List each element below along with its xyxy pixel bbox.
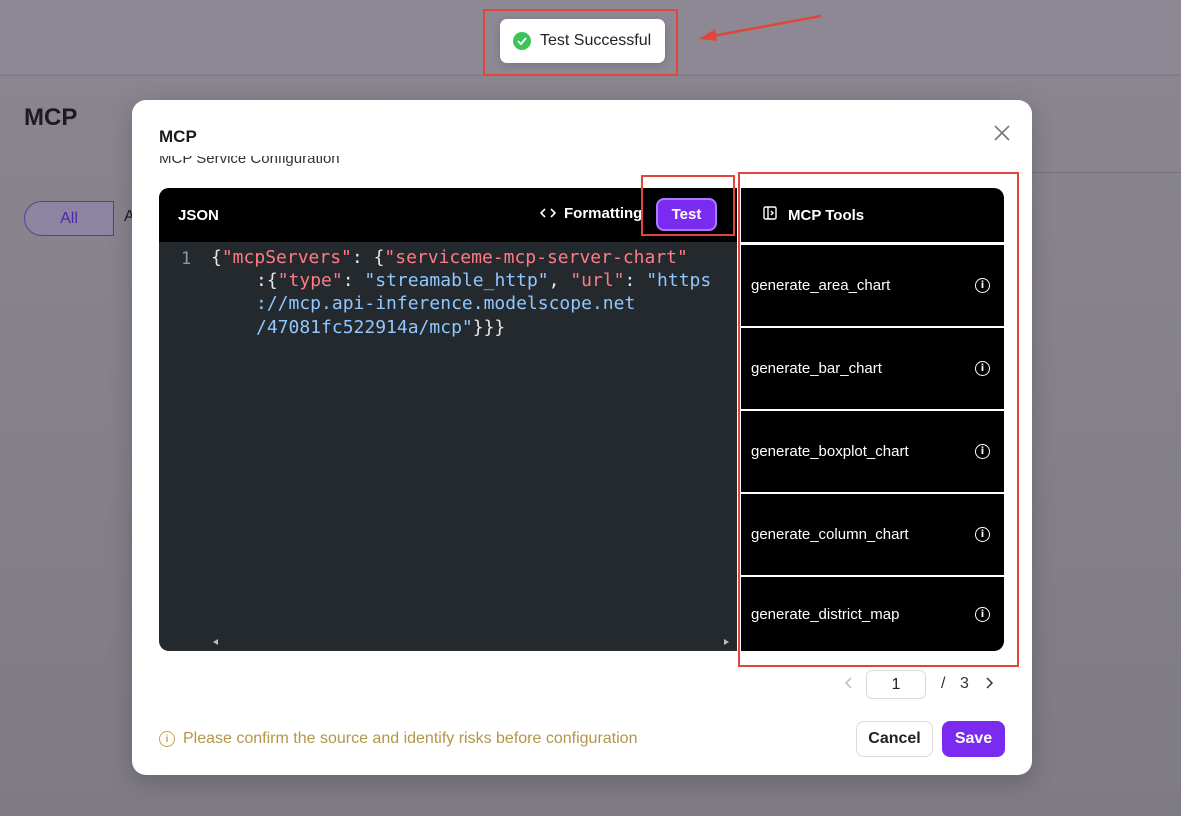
arrow-annotation xyxy=(699,14,822,41)
scroll-left-arrow[interactable] xyxy=(213,639,218,645)
close-icon[interactable] xyxy=(991,122,1013,144)
test-annotation-box xyxy=(641,175,735,236)
warning-text: Please confirm the source and identify r… xyxy=(183,730,638,747)
json-editor[interactable]: JSON Formatting Test 1 {"mcpServers": {"… xyxy=(159,188,737,651)
page-separator: / xyxy=(941,675,946,692)
code-line: :{"type": "streamable_http", "url": "htt… xyxy=(256,270,712,291)
page-total: 3 xyxy=(960,675,969,692)
code-area[interactable]: 1 {"mcpServers": {"serviceme-mcp-server-… xyxy=(159,244,737,644)
chevron-right-icon[interactable] xyxy=(986,676,994,694)
line-number: 1 xyxy=(181,249,192,269)
tools-annotation-box xyxy=(738,172,1019,667)
mcp-modal: MCP MCP Service Configuration JSON Forma… xyxy=(132,100,1032,775)
scroll-right-arrow[interactable] xyxy=(724,639,729,645)
save-button[interactable]: Save xyxy=(942,721,1005,757)
modal-title: MCP xyxy=(159,127,197,146)
section-label: MCP Service Configuration xyxy=(159,156,340,167)
code-line: {"mcpServers": {"serviceme-mcp-server-ch… xyxy=(211,247,688,268)
pagination: / 3 xyxy=(844,670,1004,700)
chevron-left-icon[interactable] xyxy=(844,676,852,694)
page-title: MCP xyxy=(24,104,78,131)
divider xyxy=(1032,172,1181,173)
page-input[interactable] xyxy=(866,670,926,699)
code-line: /47081fc522914a/mcp"}}} xyxy=(256,317,506,338)
editor-label: JSON xyxy=(178,207,219,224)
formatting-button[interactable]: Formatting xyxy=(539,205,643,222)
toast-annotation-box xyxy=(483,9,678,76)
code-line: ://mcp.api-inference.modelscope.net xyxy=(256,293,636,314)
cancel-button[interactable]: Cancel xyxy=(856,721,933,757)
filter-all-tab[interactable]: All xyxy=(24,201,114,236)
risk-warning: i Please confirm the source and identify… xyxy=(159,730,637,748)
formatting-label: Formatting xyxy=(564,205,643,222)
code-icon xyxy=(539,205,557,222)
info-icon: i xyxy=(159,731,175,747)
